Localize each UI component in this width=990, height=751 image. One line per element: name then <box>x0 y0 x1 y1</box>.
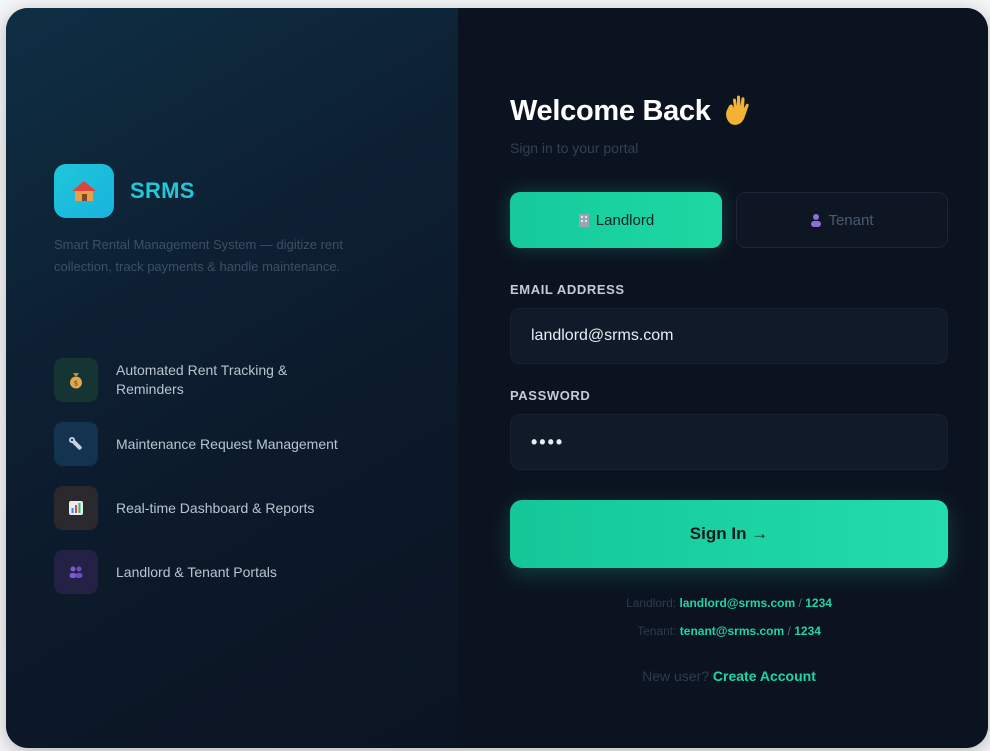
password-field[interactable]: •••• <box>510 414 948 470</box>
landlord-role-label: Landlord <box>595 211 655 229</box>
people-icon <box>54 550 98 594</box>
landlord-role-button[interactable]: Landlord <box>510 192 722 248</box>
tenant-demo-email: tenant@srms.com <box>679 624 785 638</box>
new-user-prompt: New user? <box>642 668 710 684</box>
credential-separator: / <box>798 596 802 610</box>
email-field[interactable]: landlord@srms.com <box>510 308 948 364</box>
create-account-row: New user? Create Account <box>510 668 948 684</box>
role-selector: Landlord Tenant <box>510 192 948 248</box>
person-icon <box>811 214 822 227</box>
brand-header: SRMS <box>54 164 195 218</box>
feature-item: Landlord & Tenant Portals <box>54 550 346 594</box>
login-card: SRMS Smart Rental Management System — di… <box>6 8 988 748</box>
svg-text:$: $ <box>74 380 78 388</box>
tenant-demo-prefix: Tenant: <box>637 624 677 638</box>
landlord-demo-password: 1234 <box>805 596 832 610</box>
feature-label: Automated Rent Tracking & Reminders <box>116 362 288 397</box>
feature-item: Real-time Dashboard & Reports <box>54 486 346 530</box>
landlord-demo-credentials: Landlord: landlord@srms.com / 1234 <box>510 596 948 610</box>
bar-chart-icon <box>54 486 98 530</box>
waving-hand-icon <box>725 95 749 125</box>
wrench-icon <box>54 422 98 466</box>
tenant-demo-credentials: Tenant: tenant@srms.com / 1234 <box>510 624 948 638</box>
password-value: •••• <box>531 431 565 452</box>
welcome-header: Welcome Back <box>510 94 753 128</box>
feature-label: Landlord & Tenant Portals <box>116 563 277 580</box>
tenant-role-button[interactable]: Tenant <box>736 192 948 248</box>
feature-label: Maintenance Request Management <box>116 435 338 452</box>
landlord-demo-prefix: Landlord: <box>626 596 677 610</box>
feature-item: $ Automated Rent Tracking & Reminders <box>54 358 346 402</box>
sign-in-button[interactable]: Sign In → <box>510 500 948 568</box>
feature-list: $ Automated Rent Tracking & Reminders Ma… <box>54 358 346 614</box>
login-panel: Welcome Back Sign in to your portal Land… <box>458 8 988 748</box>
building-icon <box>578 214 589 227</box>
money-bag-icon: $ <box>54 358 98 402</box>
landlord-demo-email: landlord@srms.com <box>679 596 796 610</box>
tenant-demo-password: 1234 <box>794 624 821 638</box>
page-title: Welcome Back <box>510 94 711 127</box>
email-label: EMAIL ADDRESS <box>510 282 625 297</box>
feature-item: Maintenance Request Management <box>54 422 346 466</box>
brand-panel: SRMS Smart Rental Management System — di… <box>6 8 458 748</box>
house-logo-icon <box>54 164 114 218</box>
page-subtitle: Sign in to your portal <box>510 140 639 156</box>
brand-tagline: Smart Rental Management System — digitiz… <box>54 237 344 274</box>
email-value: landlord@srms.com <box>531 327 674 344</box>
brand-name: SRMS <box>130 178 195 203</box>
password-label: PASSWORD <box>510 388 591 403</box>
create-account-link[interactable]: Create Account <box>713 668 816 684</box>
tenant-role-label: Tenant <box>828 211 874 229</box>
feature-label: Real-time Dashboard & Reports <box>116 499 315 516</box>
credential-separator: / <box>787 624 791 638</box>
